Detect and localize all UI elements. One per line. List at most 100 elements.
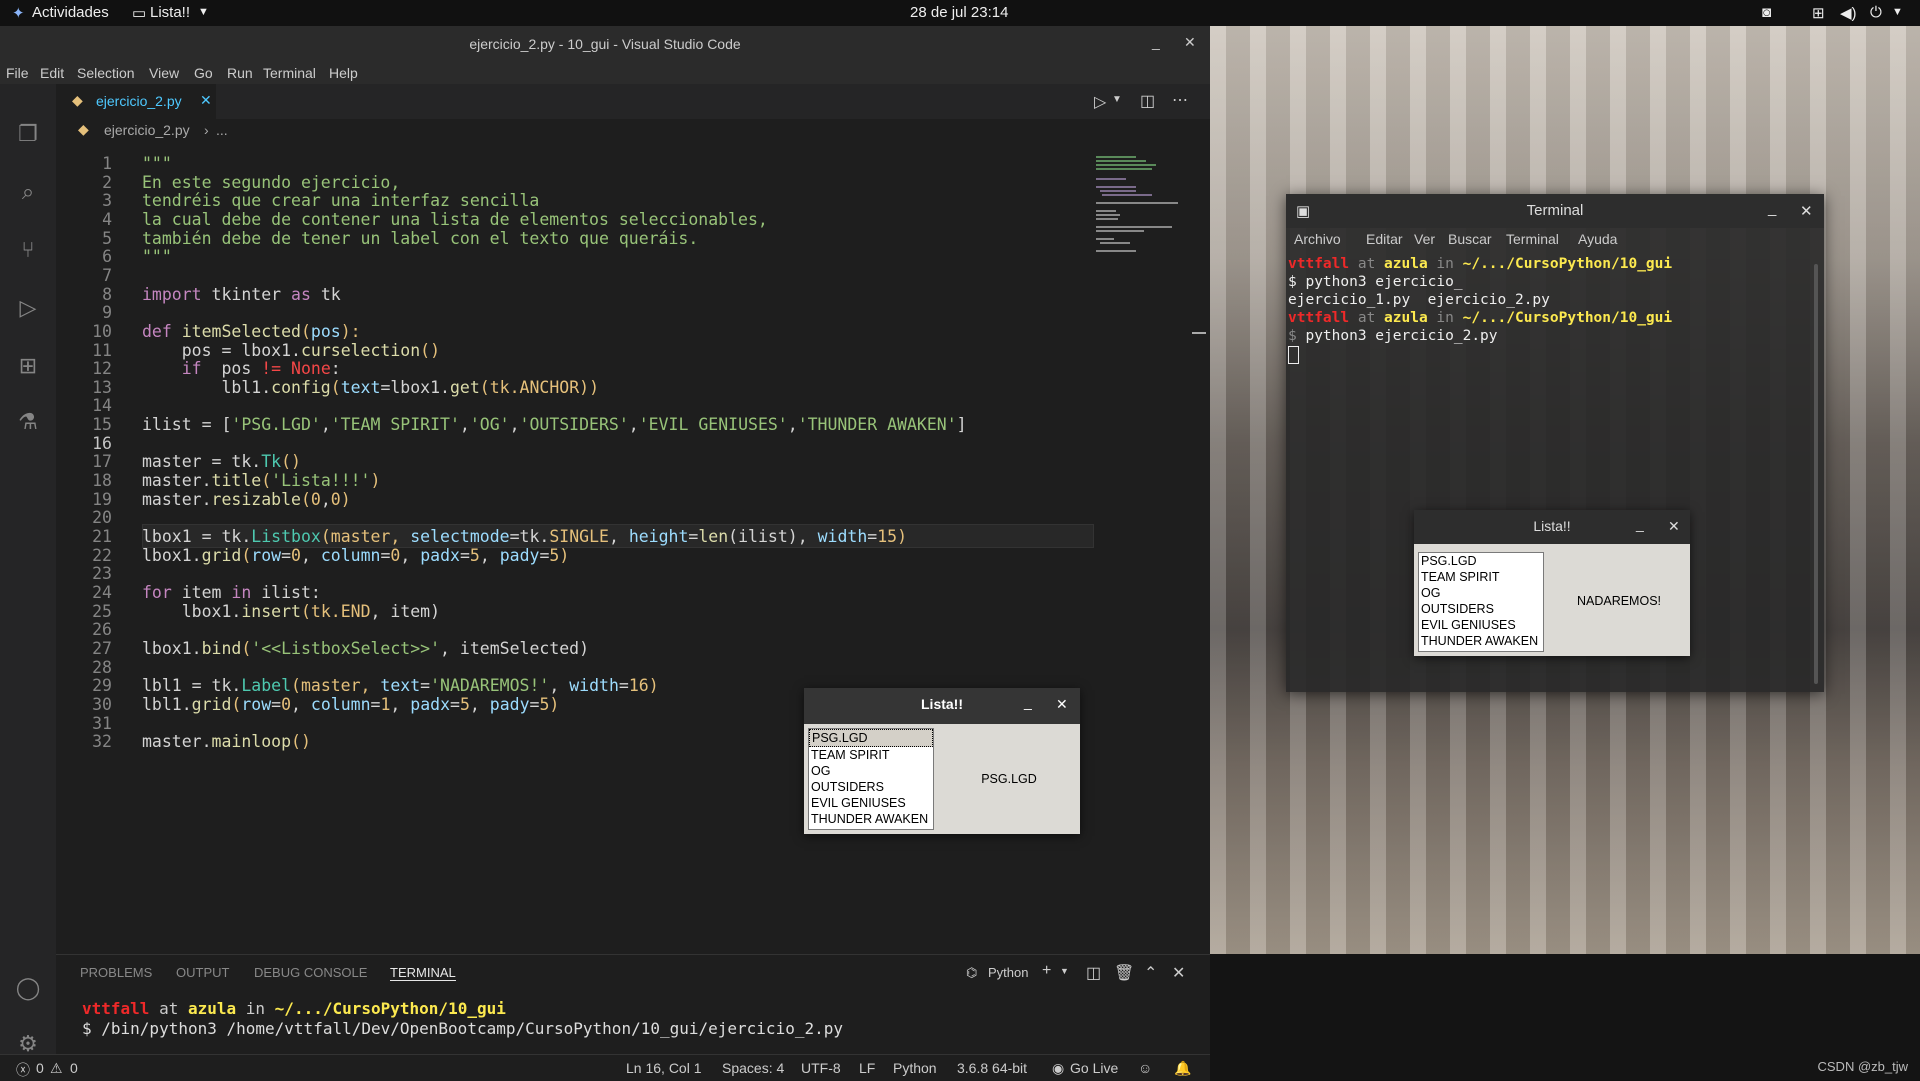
list-item[interactable]: THUNDER AWAKEN [1419,633,1543,649]
listbox[interactable]: PSG.LGD TEAM SPIRIT OG OUTSIDERS EVIL GE… [1418,552,1544,652]
minimize-button[interactable]: _ [1152,34,1160,50]
prompt-host: azula [187,999,237,1018]
language-mode[interactable]: Python [893,1060,937,1076]
list-item[interactable]: TEAM SPIRIT [809,747,933,763]
menu-ayuda[interactable]: Ayuda [1578,231,1617,247]
code-token: ANCHOR [519,377,580,397]
list-item[interactable]: TEAM SPIRIT [1419,569,1543,585]
terminal-shell-label[interactable]: Python [988,965,1028,980]
menu-file[interactable]: File [6,65,29,81]
tab-output[interactable]: OUTPUT [176,965,229,980]
code-line: tendréis que crear una interfaz sencilla [142,191,539,210]
tab-problems[interactable]: PROBLEMS [80,965,152,980]
list-item[interactable]: OUTSIDERS [1419,601,1543,617]
terminal-scrollbar[interactable] [1814,264,1818,684]
activities-button[interactable]: Actividades [32,4,109,21]
code-token: () [420,340,441,360]
list-item[interactable]: THUNDER AWAKEN [809,811,933,827]
menu-view[interactable]: View [149,65,179,81]
new-terminal-icon[interactable]: + [1042,962,1051,980]
warning-icon[interactable]: ⚠ [50,1060,63,1077]
close-button[interactable]: ✕ [1800,202,1813,220]
trash-icon[interactable]: 🗑 [1114,963,1134,983]
explorer-icon[interactable]: ❐ [14,120,42,148]
list-item[interactable]: PSG.LGD [1419,553,1543,569]
tab-terminal[interactable]: TERMINAL [390,965,456,981]
split-terminal-icon[interactable]: ◫ [1086,963,1101,983]
minimize-button[interactable]: _ [1768,200,1776,217]
error-icon[interactable]: ⓧ [16,1060,30,1080]
menu-ver[interactable]: Ver [1414,231,1435,247]
menu-terminal[interactable]: Terminal [263,65,316,81]
list-item[interactable]: EVIL GENIUSES [809,795,933,811]
list-item-selected[interactable]: PSG.LGD [809,729,933,747]
menu-buscar[interactable]: Buscar [1448,231,1492,247]
code-token: = [420,676,431,696]
menu-editar[interactable]: Editar [1366,231,1403,247]
minimize-button[interactable]: _ [1024,694,1032,710]
warning-count[interactable]: 0 [70,1060,78,1076]
encoding[interactable]: UTF-8 [801,1060,841,1076]
gnome-icon: ✦ [12,5,25,22]
code-line: import tkinter as tk [142,285,341,304]
app-menu-button[interactable]: Lista!! [150,4,190,21]
menu-help[interactable]: Help [329,65,358,81]
tab-ejercicio-2[interactable]: ◆ ejercicio_2.py ✕ [56,84,216,119]
run-debug-icon[interactable]: ▷ [14,294,42,322]
close-button[interactable]: ✕ [1668,518,1680,535]
chevron-down-icon[interactable]: ▼ [1060,966,1069,976]
maximize-panel-icon[interactable]: ⌃ [1144,963,1157,983]
power-icon[interactable]: ⏻ [1870,4,1882,21]
tab-debug-console[interactable]: DEBUG CONSOLE [254,965,367,980]
code-token: 0 [281,694,292,714]
terminal-output[interactable]: vttfall at azula in ~/.../CursoPython/10… [1288,256,1808,364]
run-icon[interactable]: ▷ [1094,92,1106,112]
menu-terminal[interactable]: Terminal [1506,231,1559,247]
breadcrumb-more[interactable]: ... [216,122,228,138]
menu-go[interactable]: Go [194,65,213,81]
listbox[interactable]: PSG.LGD TEAM SPIRIT OG OUTSIDERS EVIL GE… [808,728,934,830]
indentation[interactable]: Spaces: 4 [722,1060,784,1076]
clock[interactable]: 28 de jul 23:14 [910,4,1008,21]
list-item[interactable]: OUTSIDERS [809,779,933,795]
bell-icon[interactable]: 🔔 [1174,1060,1191,1077]
chevron-down-icon[interactable]: ▼ [1112,94,1122,105]
menu-edit[interactable]: Edit [40,65,64,81]
prompt-path: ~/.../CursoPython/10_gui [1462,310,1673,326]
close-button[interactable]: ✕ [1056,696,1068,713]
screenshot-icon[interactable]: ◙ [1762,4,1771,21]
search-icon[interactable]: ⌕ [14,178,42,206]
close-panel-icon[interactable]: ✕ [1172,963,1185,983]
network-icon[interactable]: ⊞ [1812,4,1825,22]
close-button[interactable]: ✕ [1184,34,1196,51]
go-live-button[interactable]: Go Live [1070,1060,1118,1076]
volume-icon[interactable]: ◀) [1840,4,1857,22]
minimap[interactable] [1096,154,1192,254]
line-number: 16 [92,433,112,453]
feedback-icon[interactable]: ☺ [1138,1060,1152,1076]
minimize-button[interactable]: _ [1636,516,1644,532]
more-actions-icon[interactable]: ⋯ [1172,90,1188,110]
extensions-icon[interactable]: ⊞ [14,352,42,380]
split-editor-icon[interactable]: ◫ [1140,91,1155,111]
code-token: ] [956,415,967,435]
error-count[interactable]: 0 [36,1060,44,1076]
close-icon[interactable]: ✕ [200,92,212,109]
source-control-icon[interactable]: ⑂ [14,236,42,264]
list-item[interactable]: EVIL GENIUSES [1419,617,1543,633]
menu-selection[interactable]: Selection [77,65,135,81]
interpreter[interactable]: 3.6.8 64-bit [957,1060,1027,1076]
list-item[interactable]: OG [809,763,933,779]
cursor-position[interactable]: Ln 16, Col 1 [626,1060,702,1076]
list-item[interactable]: OG [1419,585,1543,601]
code-token: config [271,377,331,397]
end-of-line[interactable]: LF [859,1060,875,1076]
testing-icon[interactable]: ⚗ [14,408,42,436]
breadcrumb-file[interactable]: ejercicio_2.py [104,122,190,138]
menu-archivo[interactable]: Archivo [1294,231,1341,247]
scrollbar-marker[interactable] [1192,332,1206,334]
account-icon[interactable]: ◯ [14,974,42,1002]
code-token: = [271,694,282,714]
code-line: lbox1.grid(row=0, column=0, padx=5, pady… [142,546,569,565]
menu-run[interactable]: Run [227,65,253,81]
